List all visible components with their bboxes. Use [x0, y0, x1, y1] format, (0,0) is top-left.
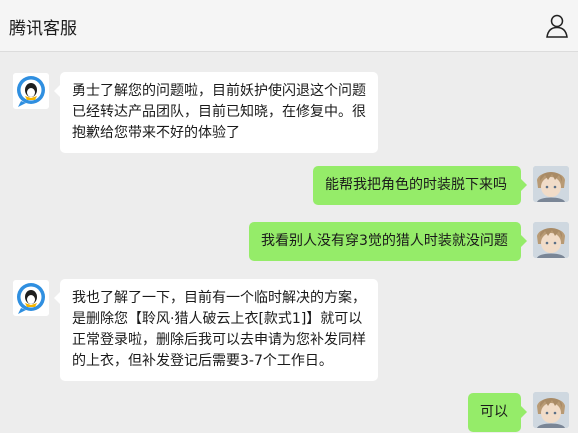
user-avatar-icon[interactable]: [533, 222, 569, 258]
message-bubble-incoming: 勇士了解您的问题啦，目前妖护使闪退这个问题已经转达产品团队，目前已知晓，在修复中…: [54, 72, 378, 153]
service-avatar-icon[interactable]: [13, 280, 49, 316]
chat-title: 腾讯客服: [9, 19, 77, 39]
message-bubble-incoming: 我也了解了一下，目前有一个临时解决的方案，是删除您【聆风·猎人破云上衣[款式1]…: [54, 279, 378, 381]
message-bubble-outgoing: 可以: [468, 393, 527, 432]
chat-header: 腾讯客服: [0, 0, 578, 52]
message-bubble-outgoing: 我看别人没有穿3觉的猎人时装就没问题: [249, 222, 527, 261]
user-avatar-icon[interactable]: [533, 392, 569, 428]
user-avatar-icon[interactable]: [533, 166, 569, 202]
service-avatar-icon[interactable]: [13, 73, 49, 109]
message-bubble-outgoing: 能帮我把角色的时装脱下来吗: [313, 166, 527, 205]
user-profile-icon[interactable]: [544, 13, 570, 39]
